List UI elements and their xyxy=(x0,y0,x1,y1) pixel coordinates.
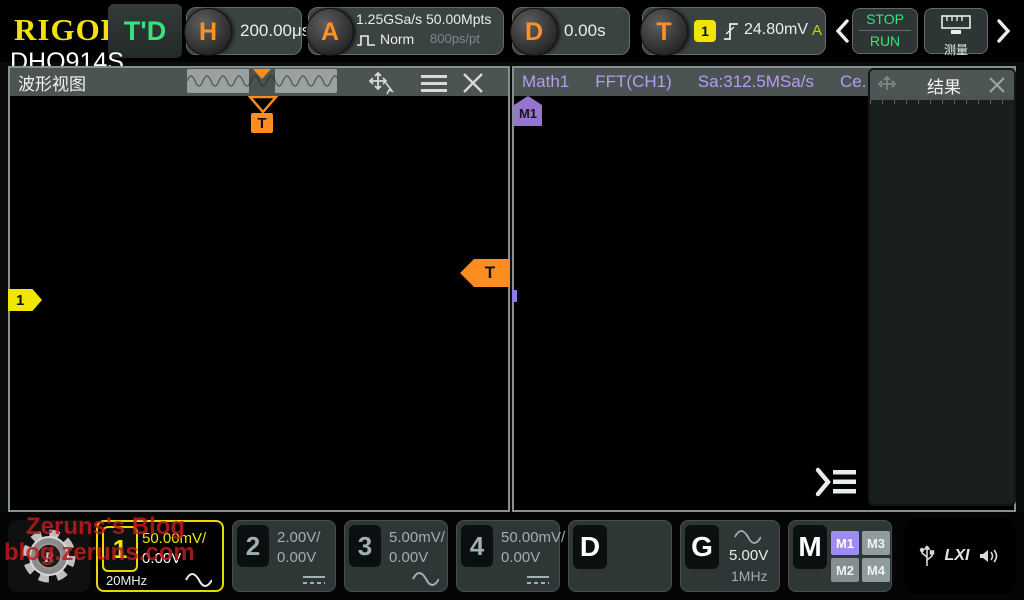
system-status-box[interactable]: LXI xyxy=(904,518,1016,594)
lxi-indicator: LXI xyxy=(945,547,970,565)
trigger-source-badge: 1 xyxy=(694,20,716,42)
measure-label: 测量 xyxy=(925,41,987,58)
gear-icon: R xyxy=(19,526,79,586)
usb-icon xyxy=(919,543,935,569)
math-box[interactable]: M M1 M3 M2 M4 xyxy=(788,520,892,592)
fft-source: Math1 xyxy=(522,72,569,92)
horizontal-knob[interactable]: H xyxy=(184,8,232,56)
math-cell-m3[interactable]: M3 xyxy=(862,531,890,555)
channel4-offset: 0.00V xyxy=(501,549,540,566)
chevron-left-icon[interactable] xyxy=(834,18,850,44)
speaker-icon xyxy=(979,546,1001,566)
sample-rate: 1.25GSa/s xyxy=(356,11,422,27)
stop-run-button[interactable]: STOP RUN xyxy=(852,8,918,54)
trigger-level: 24.80mV xyxy=(744,21,808,39)
results-items xyxy=(870,70,1014,506)
waveform-window-title: 波形视图 xyxy=(18,70,86,95)
math-badge: M xyxy=(793,525,827,569)
trigger-knob[interactable]: T xyxy=(640,8,688,56)
ac-coupling-icon xyxy=(184,572,212,588)
acq-mode: Norm xyxy=(380,31,414,47)
channel2-offset: 0.00V xyxy=(277,549,316,566)
sample-resolution: 800ps/pt xyxy=(430,31,480,46)
channel3-box[interactable]: 3 5.00mV/ 0.00V xyxy=(344,520,448,592)
chevron-right-icon[interactable] xyxy=(996,18,1012,44)
channel3-scale: 5.00mV/ xyxy=(389,529,445,546)
move-window-icon[interactable] xyxy=(368,71,396,95)
ruler-icon xyxy=(939,13,973,35)
brand-logo: RIGOL xyxy=(14,12,122,48)
trigger-position-icon[interactable] xyxy=(248,96,278,114)
oscilloscope-screen: RIGOL DHO914S T'D H 200.00μs/ A 1.25GSa/… xyxy=(0,0,1024,600)
sine-icon xyxy=(733,529,761,545)
generator-badge: G xyxy=(685,525,719,569)
channel4-scale: 50.00mV/ xyxy=(501,529,565,546)
channel4-box[interactable]: 4 50.00mV/ 0.00V xyxy=(456,520,560,592)
waveform-plot-canvas[interactable] xyxy=(10,96,508,510)
channel1-box[interactable]: 1 50.00mV/ 0.00V 20MHz xyxy=(96,520,224,592)
channel1-offset: 0.00V xyxy=(142,550,181,567)
results-panel: 结果 xyxy=(868,68,1016,506)
delay-knob[interactable]: D xyxy=(510,8,558,56)
trigger-position-badge[interactable]: T xyxy=(251,113,273,133)
math-cell-m2[interactable]: M2 xyxy=(831,558,859,582)
math-cell-m1[interactable]: M1 xyxy=(831,531,859,555)
math-channel-grid: M1 M3 M2 M4 xyxy=(831,531,890,582)
settings-gear-button[interactable]: R xyxy=(8,520,90,592)
timebase-value: 200.00μs/ xyxy=(240,21,315,41)
acq-mode-icon xyxy=(356,33,376,47)
generator-voltage: 5.00V xyxy=(729,547,768,564)
close-window-icon[interactable] xyxy=(462,72,484,94)
channel3-offset: 0.00V xyxy=(389,549,428,566)
run-label: RUN xyxy=(853,31,917,52)
generator-box[interactable]: G 5.00V 1MHz xyxy=(680,520,780,592)
digital-channels-box[interactable]: D xyxy=(568,520,672,592)
dc-coupling-icon xyxy=(525,574,551,586)
channel2-scale: 2.00V/ xyxy=(277,529,320,546)
waveform-plot-area[interactable] xyxy=(10,96,508,510)
svg-text:R: R xyxy=(43,550,54,566)
navigator-position-icon xyxy=(253,69,271,79)
rising-edge-icon xyxy=(722,18,740,44)
channel1-scale: 50.00mV/ xyxy=(142,530,206,547)
digital-badge: D xyxy=(573,525,607,569)
expand-menu-icon[interactable] xyxy=(812,464,858,500)
fft-sample-rate: Sa:312.5MSa/s xyxy=(698,72,814,92)
generator-frequency: 1MHz xyxy=(731,568,768,584)
measure-button[interactable]: 测量 xyxy=(924,8,988,54)
acquisition-knob[interactable]: A xyxy=(306,8,354,56)
memory-depth: 50.00Mpts xyxy=(426,11,491,27)
fft-level-tick xyxy=(512,290,517,302)
ac-coupling-icon xyxy=(411,571,439,587)
math-cell-m4[interactable]: M4 xyxy=(862,558,890,582)
fft-function: FFT(CH1) xyxy=(595,72,671,92)
channel3-badge: 3 xyxy=(349,525,381,567)
trigger-coupling: A xyxy=(812,22,822,39)
menu-icon[interactable] xyxy=(420,74,448,92)
dc-coupling-icon xyxy=(301,574,327,586)
stop-label: STOP xyxy=(853,9,917,30)
channel1-bandwidth: 20MHz xyxy=(106,573,147,588)
channel4-badge: 4 xyxy=(461,525,493,567)
delay-value: 0.00s xyxy=(564,21,606,41)
channel1-badge: 1 xyxy=(102,526,138,572)
channel2-badge: 2 xyxy=(237,525,269,567)
channel2-box[interactable]: 2 2.00V/ 0.00V xyxy=(232,520,336,592)
timebase-navigator[interactable] xyxy=(187,69,337,93)
trigger-status-text: T'D xyxy=(124,16,166,47)
